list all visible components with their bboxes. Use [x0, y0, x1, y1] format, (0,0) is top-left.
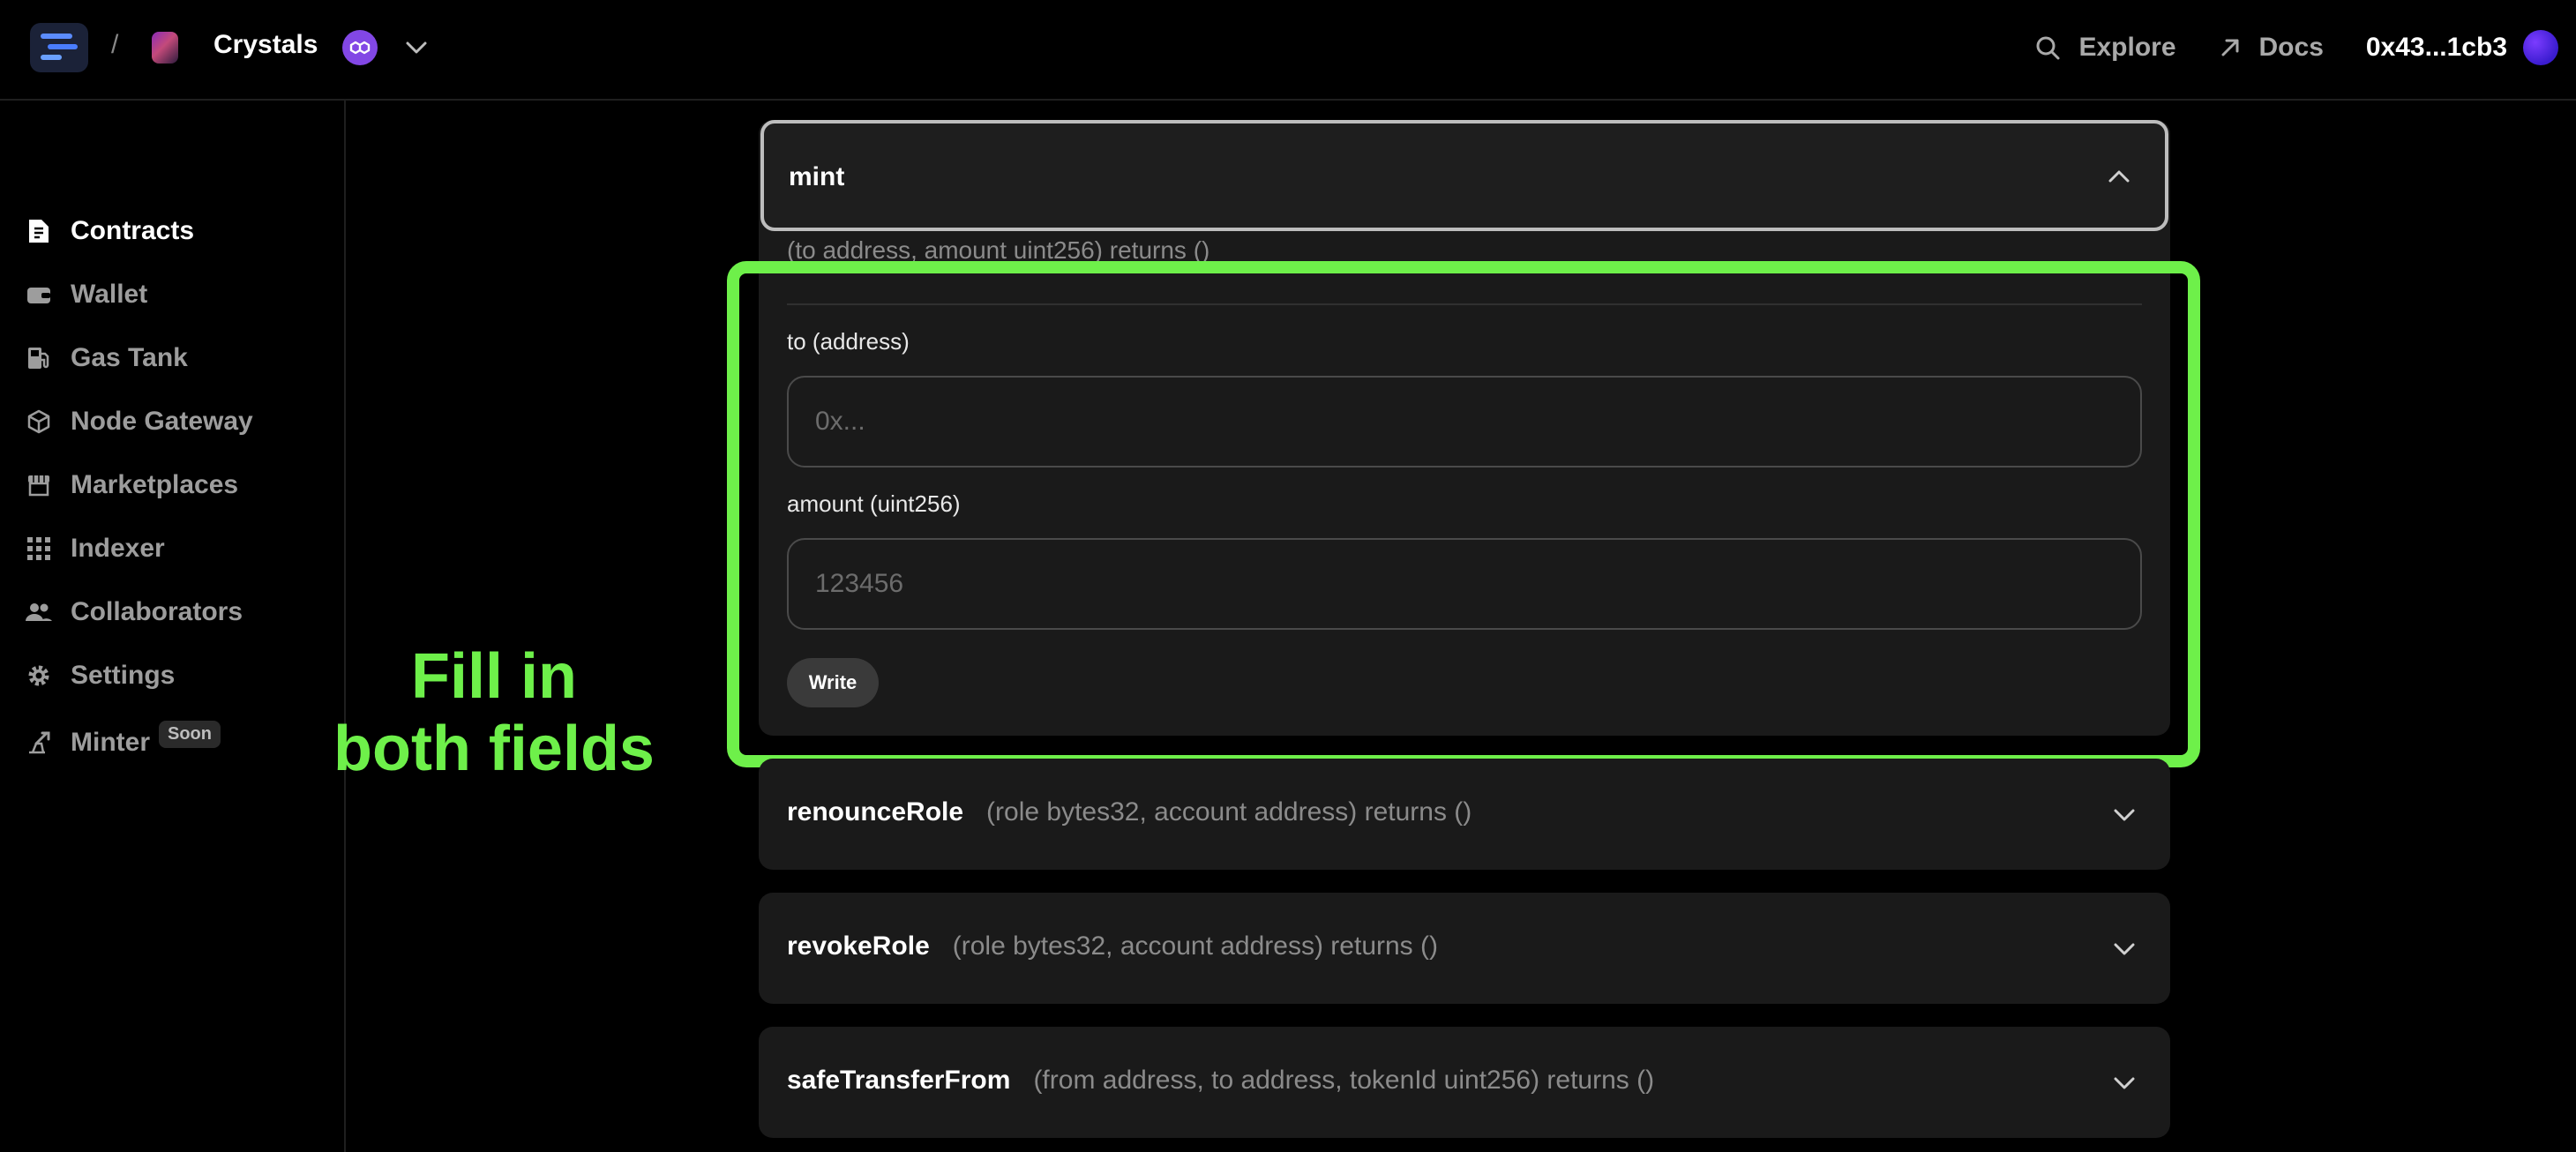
sidebar-item-label: Wallet — [71, 280, 148, 309]
chevron-down-icon[interactable] — [401, 32, 432, 64]
polygon-icon — [342, 30, 378, 65]
chevron-up-icon[interactable] — [2103, 161, 2135, 192]
function-card-renounce-role[interactable]: renounceRole (role bytes32, account addr… — [759, 759, 2170, 870]
wallet-icon — [25, 281, 53, 309]
wallet-avatar[interactable] — [2523, 30, 2558, 65]
function-name: mint — [789, 162, 845, 191]
function-card-safe-transfer-from[interactable]: safeTransferFrom (from address, to addre… — [759, 1027, 2170, 1138]
annotation-highlight-box — [727, 261, 2200, 767]
contract-icon — [25, 217, 53, 245]
storefront-icon — [25, 471, 53, 499]
sidebar-item-node-gateway[interactable]: Node Gateway — [25, 400, 253, 443]
annotation-line-1: Fill in — [411, 641, 577, 712]
chevron-down-icon[interactable] — [2108, 1067, 2140, 1099]
nav-explore-label: Explore — [2078, 33, 2176, 62]
nav-docs-link[interactable]: Docs — [2219, 33, 2324, 63]
function-name: revokeRole — [787, 931, 930, 961]
thirdweb-logo-icon[interactable] — [30, 23, 88, 72]
minter-icon — [25, 729, 53, 757]
sidebar-item-label: Indexer — [71, 534, 165, 563]
soon-badge: Soon — [159, 720, 221, 748]
nav-docs-label: Docs — [2258, 33, 2324, 62]
arrow-up-right-icon — [2221, 39, 2239, 56]
function-signature: (role bytes32, account address) returns … — [986, 797, 1472, 827]
sidebar-item-contracts[interactable]: Contracts — [25, 210, 194, 252]
sidebar-item-label: Minter — [71, 728, 150, 757]
chevron-down-icon[interactable] — [2108, 933, 2140, 965]
function-signature: (role bytes32, account address) returns … — [952, 931, 1438, 961]
mint-function-header[interactable]: mint — [760, 120, 2168, 231]
gear-icon — [25, 662, 53, 690]
nav-explore-link[interactable]: Explore — [2034, 33, 2176, 63]
top-bar: / Crystals Explore Docs 0x43...1cb3 — [0, 0, 2576, 101]
sidebar-item-label: Contracts — [71, 216, 195, 245]
search-icon — [2036, 36, 2060, 60]
sidebar-item-marketplaces[interactable]: Marketplaces — [25, 464, 238, 506]
sidebar-item-label: Gas Tank — [71, 343, 188, 372]
wallet-address[interactable]: 0x43...1cb3 — [2366, 33, 2507, 63]
cube-icon — [25, 408, 53, 436]
sidebar-item-label: Collaborators — [71, 597, 243, 626]
gas-pump-icon — [25, 344, 53, 372]
sidebar-item-indexer[interactable]: Indexer — [25, 527, 165, 570]
sidebar-item-collaborators[interactable]: Collaborators — [25, 591, 243, 633]
project-name[interactable]: Crystals — [213, 30, 318, 60]
sidebar-item-gas-tank[interactable]: Gas Tank — [25, 337, 188, 379]
sidebar-item-settings[interactable]: Settings — [25, 655, 175, 697]
sidebar-item-wallet[interactable]: Wallet — [25, 273, 147, 316]
annotation-line-2: both fields — [333, 714, 655, 784]
grid-icon — [25, 535, 53, 563]
sidebar-item-label: Settings — [71, 661, 176, 690]
sidebar-item-label: Marketplaces — [71, 470, 239, 499]
function-name: renounceRole — [787, 797, 964, 827]
chevron-down-icon[interactable] — [2108, 799, 2140, 831]
function-card-revoke-role[interactable]: revokeRole (role bytes32, account addres… — [759, 893, 2170, 1004]
breadcrumb-separator: / — [111, 30, 119, 59]
function-signature: (from address, to address, tokenId uint2… — [1033, 1066, 1655, 1095]
function-name: safeTransferFrom — [787, 1066, 1011, 1095]
users-icon — [25, 598, 53, 626]
sidebar-item-label: Node Gateway — [71, 407, 253, 436]
project-avatar — [152, 32, 178, 64]
sidebar: Contracts Wallet Gas Tank Node Gateway M… — [0, 101, 346, 1152]
sidebar-item-minter[interactable]: Minter Soon — [25, 720, 221, 764]
annotation-text: Fill in both fields — [328, 640, 660, 785]
